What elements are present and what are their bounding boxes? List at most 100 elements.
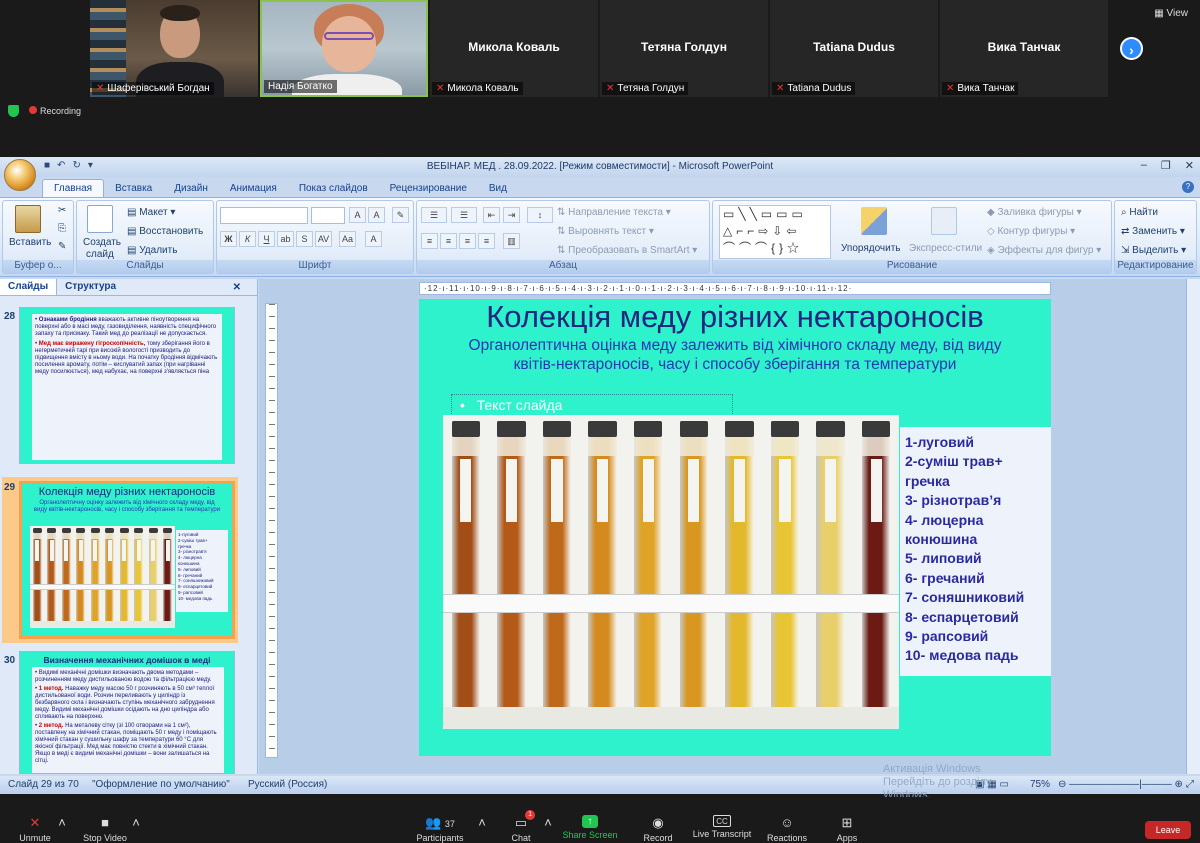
bullets-icon[interactable]: ☰ (421, 207, 447, 223)
zoom-level[interactable]: 75% (1030, 779, 1050, 790)
arrange-button[interactable]: Упорядочить (841, 243, 901, 254)
chat-button[interactable]: ▭ 1 Chat (504, 810, 538, 843)
increase-indent-icon[interactable]: ⇥ (503, 207, 520, 223)
new-slide-button[interactable]: Создать (83, 237, 121, 248)
office-button-icon[interactable] (4, 159, 36, 191)
tab-home[interactable]: Главная (42, 179, 105, 197)
participants-chevron-icon[interactable]: ˄ (472, 815, 486, 833)
justify-icon[interactable]: ≡ (478, 233, 495, 249)
tab-view[interactable]: Вид (478, 180, 518, 197)
decrease-indent-icon[interactable]: ⇤ (483, 207, 500, 223)
grow-font-icon[interactable]: A (349, 207, 366, 223)
participant-tile[interactable]: Вика Танчак ✕ Вика Танчак (940, 0, 1108, 97)
shape-fill-button[interactable]: ◆ Заливка фигуры ▾ (987, 207, 1082, 218)
new-slide-button-line2[interactable]: слайд (86, 249, 114, 260)
bold-icon[interactable]: Ж (220, 231, 237, 247)
tab-slides[interactable]: Слайды (0, 279, 58, 295)
thumb-bullet-2-title: Мед має виражену гігроскопічність, (38, 341, 146, 347)
live-transcript-button[interactable]: CC Live Transcript (690, 815, 754, 839)
shapes-gallery[interactable]: ▭╲╲▭▭▭ △⌐⌐⇨⇩⇦ ⌒⌒⌒{}☆ (719, 205, 831, 259)
italic-icon[interactable]: К (239, 231, 256, 247)
tab-animation[interactable]: Анимация (219, 180, 288, 197)
shape-outline-button[interactable]: ◇ Контур фигуры ▾ (987, 226, 1075, 237)
find-button[interactable]: ⌕ Найти (1121, 207, 1158, 218)
shrink-font-icon[interactable]: A (368, 207, 385, 223)
current-slide[interactable]: Колекція меду різних нектароносів Органо… (419, 299, 1051, 756)
align-left-icon[interactable]: ≡ (421, 233, 438, 249)
leave-button[interactable]: Leave (1145, 821, 1191, 839)
align-center-icon[interactable]: ≡ (440, 233, 457, 249)
format-painter-icon[interactable]: ✎ (58, 241, 66, 252)
participant-tile[interactable]: Тетяна Голдун ✕ Тетяна Голдун (600, 0, 768, 97)
close-panel-icon[interactable]: ✕ (225, 280, 249, 295)
restore-icon[interactable]: ❐ (1161, 159, 1171, 172)
slide-title[interactable]: Колекція меду різних нектароносів (419, 299, 1051, 335)
reset-button[interactable]: ▤ Восстановить (127, 226, 203, 237)
text-direction-button[interactable]: ⇅ Направление текста ▾ (557, 207, 671, 218)
participant-tile[interactable]: Tatiana Dudus ✕ Tatiana Dudus (770, 0, 938, 97)
font-size-combo[interactable] (311, 207, 345, 224)
honey-types-list[interactable]: 1-луговий 2-суміш трав+ гречка 3- різнотрав… (900, 427, 1051, 676)
next-page-arrow-icon[interactable]: › (1120, 37, 1143, 60)
slide-text-placeholder[interactable]: • Текст слайда (451, 394, 733, 416)
font-name-combo[interactable] (220, 207, 308, 224)
slide-thumbnail[interactable]: Визначення механічних домішок в меді • В… (19, 651, 235, 774)
view-button[interactable]: ▦ View (1154, 8, 1188, 19)
tube-label (688, 458, 700, 522)
align-text-button[interactable]: ⇅ Выровнять текст ▾ (557, 226, 654, 237)
participant-tile[interactable]: Микола Коваль ✕ Микола Коваль (430, 0, 598, 97)
video-options-chevron-icon[interactable]: ˄ (126, 815, 140, 833)
stop-video-button[interactable]: ■ Stop Video (78, 815, 132, 843)
participant-video-tile[interactable]: ✕ Шаферівський Богдан (90, 0, 258, 97)
zoom-slider[interactable]: ⊖ ———————|——— ⊕ (1058, 779, 1183, 790)
slide-thumbnail-selected[interactable]: Колекція меду різних нектароносів Органо… (19, 481, 235, 639)
font-color-icon[interactable]: A (365, 231, 382, 247)
minimize-icon[interactable]: – (1141, 159, 1147, 172)
numbering-icon[interactable]: ☰ (451, 207, 477, 223)
share-screen-button[interactable]: ↑ Share Screen (560, 815, 620, 840)
quick-styles-button[interactable]: Экспресс-стили (909, 243, 982, 254)
copy-icon[interactable]: ⎘ (58, 223, 66, 234)
tab-review[interactable]: Рецензирование (379, 180, 478, 197)
unmute-button[interactable]: ✕ Unmute (14, 815, 56, 843)
line-spacing-icon[interactable]: ↕ (527, 207, 553, 223)
shadow-icon[interactable]: S (296, 231, 313, 247)
close-icon[interactable]: ✕ (1185, 159, 1194, 172)
select-button[interactable]: ⇲ Выделить ▾ (1121, 245, 1186, 256)
tab-design[interactable]: Дизайн (163, 180, 219, 197)
underline-icon[interactable]: Ч (258, 231, 275, 247)
help-icon[interactable]: ? (1182, 181, 1194, 193)
slide-subtitle[interactable]: Органолептична оцінка меду залежить від … (459, 336, 1011, 374)
record-button[interactable]: ◉ Record (638, 815, 678, 843)
columns-icon[interactable]: ▥ (503, 233, 520, 249)
cut-icon[interactable]: ✂ (58, 205, 66, 216)
test-tube (76, 528, 86, 626)
delete-slide-button[interactable]: ▤ Удалить (127, 245, 177, 256)
tab-slideshow[interactable]: Показ слайдов (288, 180, 379, 197)
recording-indicator[interactable]: Recording (29, 106, 81, 116)
ruler-tick (269, 484, 275, 485)
participant-video-tile-active-speaker[interactable]: Надія Богатко (260, 0, 428, 97)
chat-chevron-icon[interactable]: ˄ (538, 815, 552, 833)
honey-test-tubes-photo[interactable] (443, 415, 899, 729)
security-shield-icon[interactable] (8, 105, 19, 117)
align-right-icon[interactable]: ≡ (459, 233, 476, 249)
clear-format-icon[interactable]: ✎ (392, 207, 409, 223)
fit-to-window-icon[interactable]: ⤢ (1186, 779, 1194, 790)
tab-outline[interactable]: Структура (57, 279, 124, 295)
reactions-button[interactable]: ☺ Reactions (764, 815, 810, 843)
shape-effects-button[interactable]: ◈ Эффекты для фигур ▾ (987, 245, 1101, 256)
strike-icon[interactable]: ab (277, 231, 294, 247)
slide-thumbnail[interactable]: • Ознаками бродіння вважають активне пін… (19, 307, 235, 464)
layout-button[interactable]: ▤ Макет ▾ (127, 207, 175, 218)
change-case-icon[interactable]: Aa (339, 231, 356, 247)
tab-insert[interactable]: Вставка (104, 180, 163, 197)
spacing-icon[interactable]: AV (315, 231, 332, 247)
participants-button[interactable]: 👥 37 Participants (412, 815, 468, 843)
vertical-scrollbar[interactable] (1186, 279, 1200, 774)
audio-options-chevron-icon[interactable]: ˄ (52, 815, 66, 833)
apps-button[interactable]: ⊞ Apps (830, 815, 864, 843)
replace-button[interactable]: ⇄ Заменить ▾ (1121, 226, 1185, 237)
paste-button[interactable]: Вставить (9, 237, 51, 248)
smartart-button[interactable]: ⇅ Преобразовать в SmartArt ▾ (557, 245, 697, 256)
